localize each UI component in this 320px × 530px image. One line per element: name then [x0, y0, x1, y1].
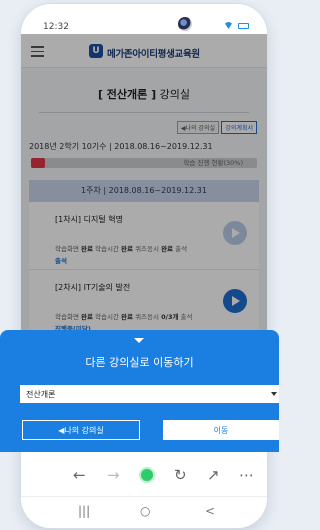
- classroom-select[interactable]: 전산개론: [20, 385, 279, 403]
- system-nav-bar: ||| ○ <: [21, 496, 267, 528]
- go-button[interactable]: 이동: [163, 420, 279, 440]
- camera-icon: [178, 17, 192, 31]
- browser-home-icon[interactable]: [139, 467, 155, 483]
- forward-icon[interactable]: →: [107, 466, 120, 484]
- my-classroom-button[interactable]: ◀나의 강의실: [22, 420, 140, 440]
- home-icon[interactable]: ○: [140, 504, 150, 518]
- collapse-chevron-icon[interactable]: [134, 338, 144, 343]
- recent-apps-icon[interactable]: |||: [78, 504, 90, 518]
- refresh-icon[interactable]: ↻: [174, 466, 187, 484]
- share-icon[interactable]: ↗: [207, 466, 220, 484]
- back-icon[interactable]: ←: [73, 466, 86, 484]
- wifi-icon: [224, 22, 233, 29]
- more-icon[interactable]: ⋯: [239, 466, 254, 484]
- sheet-title: 다른 강의실로 이동하기: [85, 356, 194, 369]
- chevron-down-icon: [271, 392, 277, 396]
- status-time: 12:32: [43, 22, 69, 32]
- move-classroom-sheet: 다른 강의실로 이동하기 전산개론 ◀나의 강의실 이동: [0, 330, 279, 452]
- battery-icon: [238, 22, 249, 29]
- browser-toolbar: ← → ↻ ↗ ⋯: [21, 456, 267, 496]
- status-bar: 12:32: [21, 4, 267, 34]
- back-nav-icon[interactable]: <: [205, 504, 215, 518]
